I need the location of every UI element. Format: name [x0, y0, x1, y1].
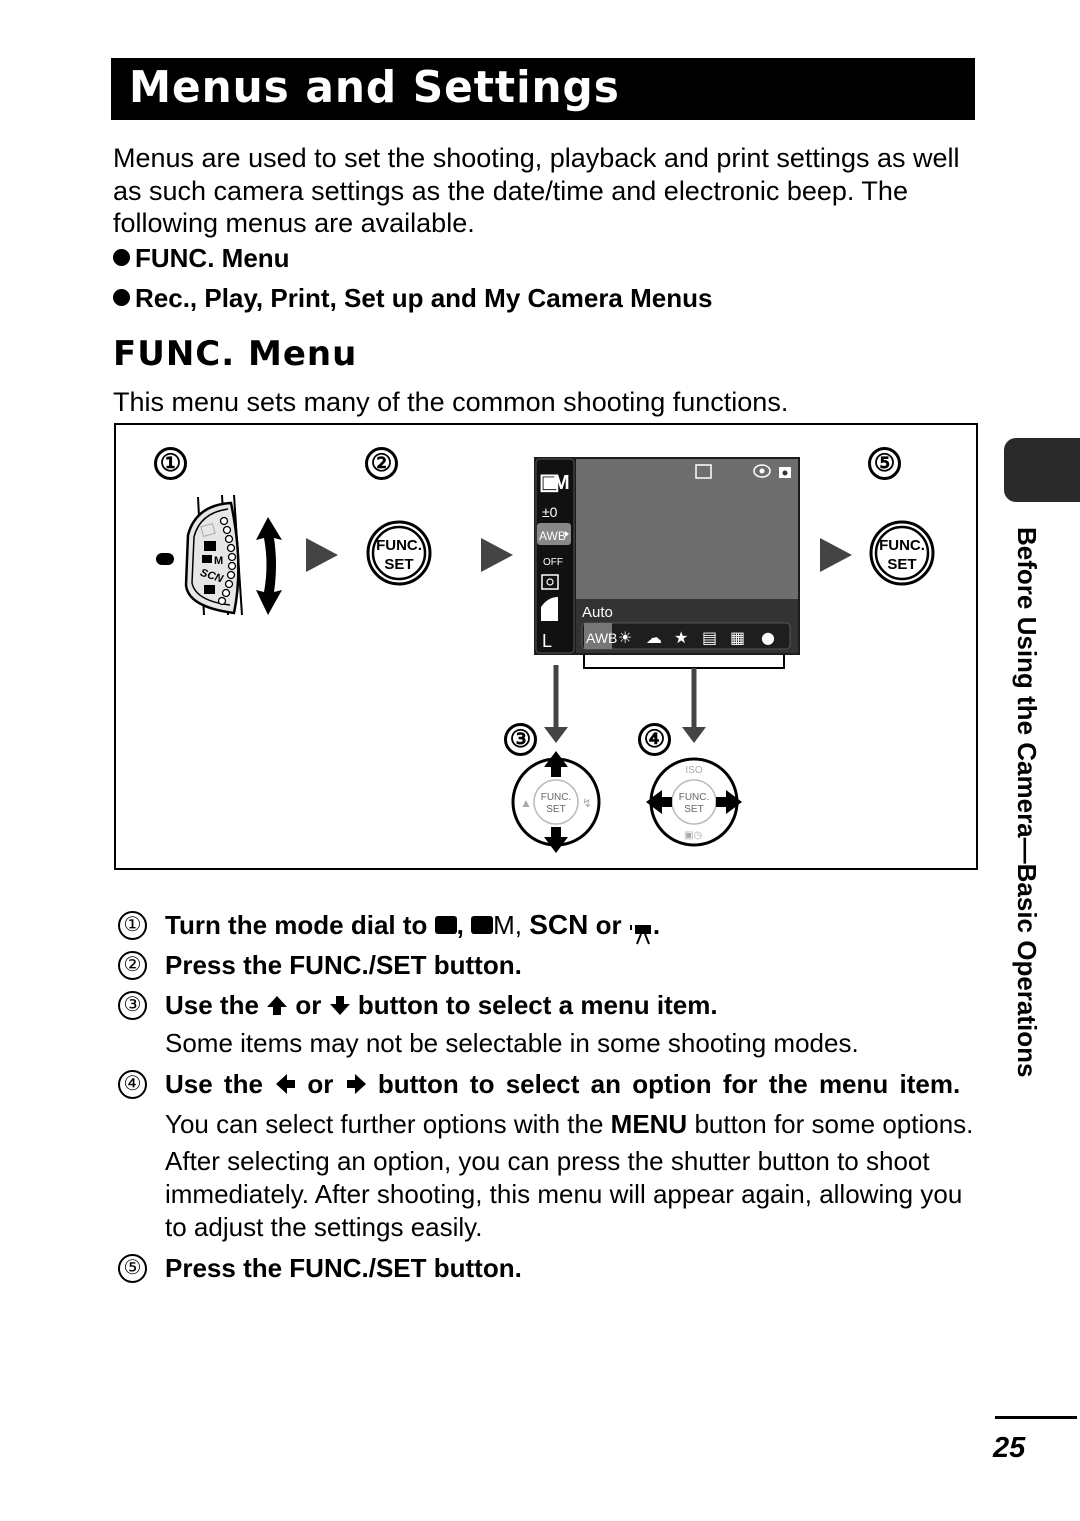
right-arrow-icon: [345, 1066, 367, 1106]
svg-text:↯: ↯: [582, 796, 592, 810]
lcd-size: L: [542, 631, 552, 651]
wb-daylight-icon: ☀: [618, 628, 632, 647]
intro-paragraph: Menus are used to set the shooting, play…: [113, 143, 960, 238]
wb-fluorescent-icon: ▤: [702, 628, 717, 647]
controller-left-right-icon: FUNC. SET ISO ▣◷: [646, 757, 742, 847]
svg-text:FUNC.: FUNC.: [376, 537, 422, 554]
down-arrow-icon: [682, 727, 706, 743]
footer-rule: [995, 1416, 1077, 1419]
chapter-tab: [1004, 438, 1080, 502]
next-arrow-icon: [306, 538, 338, 572]
svg-text:FUNC.: FUNC.: [679, 792, 710, 803]
camera-manual-icon: [471, 916, 494, 935]
svg-text:SET: SET: [887, 556, 916, 573]
mode-dial-icon: M SCN: [156, 494, 243, 616]
section-description: This menu sets many of the common shooti…: [113, 387, 789, 417]
page-title: Menus and Settings: [129, 62, 620, 113]
lcd-option-label: Auto: [582, 604, 613, 621]
steps-list: ① Turn the mode dial to , M, SCN or . ② …: [118, 905, 978, 1288]
svg-text:SET: SET: [684, 804, 703, 815]
page-number: 25: [993, 1432, 1026, 1464]
lcd-white-balance: AWB: [539, 529, 566, 543]
wb-custom-icon: ●: [761, 628, 775, 647]
next-arrow-icon: [481, 538, 513, 572]
bullet-item: Rec., Play, Print, Set up and My Camera …: [113, 282, 712, 322]
bullet-icon: [113, 249, 130, 266]
title-bar: Menus and Settings: [111, 58, 975, 120]
svg-text:ISO: ISO: [685, 765, 702, 776]
step-3: ③ Use the or button to select a menu ite…: [118, 985, 978, 1060]
lcd-flash: OFF: [543, 557, 563, 568]
scn-mode-label: SCN: [529, 909, 589, 940]
svg-text:SET: SET: [546, 804, 565, 815]
camera-auto-icon: [434, 916, 457, 935]
bullet-item: FUNC. Menu: [113, 242, 712, 282]
down-arrow-icon: [544, 727, 568, 743]
wb-fluorescent-h-icon: ▦: [730, 628, 745, 647]
up-arrow-icon: [266, 987, 288, 1027]
controller-up-down-icon: FUNC. SET ▲ ↯: [511, 751, 601, 853]
wb-cloudy-icon: ☁: [646, 628, 662, 647]
svg-text:FUNC.: FUNC.: [541, 792, 572, 803]
dial-label-m: M: [214, 555, 223, 567]
lcd-option-selected: AWB: [586, 630, 617, 646]
movie-icon: [629, 916, 653, 945]
next-arrow-icon: [820, 538, 852, 572]
wb-tungsten-icon: ★: [674, 628, 688, 647]
lcd-exposure: ±0: [542, 504, 558, 520]
func-menu-diagram: ① ② ⑤ ③ ④ M SCN FUNC. SET FUNC. SET ▣ M …: [114, 423, 978, 870]
bullet-icon: [113, 289, 130, 306]
section-heading: FUNC. Menu: [113, 334, 358, 374]
rotate-arrow-icon: [256, 517, 282, 615]
func-set-button-icon: FUNC. SET: [366, 520, 432, 586]
svg-text:SET: SET: [384, 556, 413, 573]
left-arrow-icon: [274, 1066, 296, 1106]
svg-text:▲: ▲: [520, 796, 532, 810]
lcd-screen: ▣ M ±0 AWB OFF L Auto AWB ☀ ☁ ★ ▤ ▦ ●: [534, 457, 800, 655]
lcd-mode: M: [553, 472, 570, 494]
diagram-graphics: M SCN FUNC. SET FUNC. SET ▣ M ±0 AWB OFF…: [156, 457, 935, 853]
step-4: ④ Use the or button to select an option …: [118, 1064, 978, 1244]
chapter-label: Before Using the Camera—Basic Operations: [1012, 527, 1042, 1078]
down-arrow-icon: [329, 987, 351, 1027]
svg-text:FUNC.: FUNC.: [879, 537, 925, 554]
step-5: ⑤ Press the FUNC./SET button.: [118, 1248, 978, 1288]
func-set-button-icon: FUNC. SET: [869, 520, 935, 586]
step-1: ① Turn the mode dial to , M, SCN or .: [118, 905, 978, 945]
menu-bullet-list: FUNC. Menu Rec., Play, Print, Set up and…: [113, 242, 712, 322]
step-2: ② Press the FUNC./SET button.: [118, 945, 978, 985]
svg-text:▣◷: ▣◷: [684, 830, 702, 841]
